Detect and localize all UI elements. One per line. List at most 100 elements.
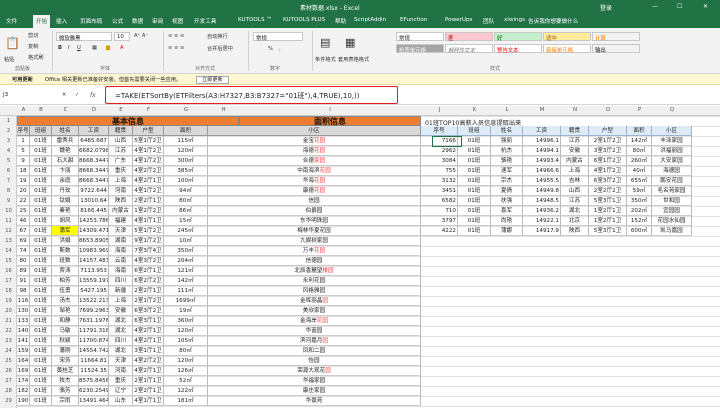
percent-button[interactable]: % [268,46,273,52]
right-cell-1-4[interactable]: 安徽 [561,146,589,156]
left-cell-13-4[interactable]: 海南 [109,266,133,276]
column-header-E[interactable]: E [109,107,133,113]
left-cell-8-5[interactable]: 4室1厅1卫 [133,216,164,226]
left-cell-19-3[interactable]: 11791.318 [79,326,109,336]
left-cell-9-1[interactable]: 01班 [30,226,52,236]
tab-11[interactable]: 帮助 [335,17,346,25]
left-cell-7-2[interactable]: 秦艳 [52,206,79,216]
right-cell-1-5[interactable]: 3室3厅2卫 [589,146,627,156]
copy-button[interactable]: 复制 [28,43,38,50]
left-cell-12-7[interactable]: 信德园 [208,256,421,266]
right-cell-5-6[interactable]: 59㎡ [627,186,652,196]
left-cell-1-5[interactable]: 4室1厅2卫 [133,146,164,156]
tab-10[interactable]: KUTOOLS PLUS [283,17,325,23]
right-cell-0-4[interactable]: 江苏 [561,136,589,146]
number-format-select[interactable]: 常规 [253,32,303,42]
left-cell-10-7[interactable]: 九娱树家园 [208,236,421,246]
right-cell-2-6[interactable]: 260㎡ [627,156,652,166]
left-cell-8-0[interactable]: 46 [17,216,30,226]
maximize-icon[interactable]: ☐ [677,3,682,10]
left-cell-25-3[interactable]: 6230.2549 [79,386,109,396]
left-cell-21-6[interactable]: 80㎡ [164,346,208,356]
left-cell-9-3[interactable]: 14309.471 [79,226,109,236]
left-cell-21-5[interactable]: 3室1厅1卫 [133,346,164,356]
style-link[interactable]: 链接单元格 [543,44,591,54]
left-cell-20-7[interactable]: 滨河嘉月园 [208,336,421,346]
style-output[interactable]: 输出 [592,44,640,54]
tab-12[interactable]: ScriptAddin [354,17,386,23]
right-cell-6-0[interactable]: 6582 [421,196,458,206]
left-cell-10-6[interactable]: 10㎡ [164,236,208,246]
left-cell-13-2[interactable]: 贾涛 [52,266,79,276]
left-cell-15-2[interactable]: 伍勇 [52,286,79,296]
left-cell-9-6[interactable]: 245㎡ [164,226,208,236]
right-cell-6-6[interactable]: 350㎡ [627,196,652,206]
left-cell-6-5[interactable]: 2室2厅1卫 [133,196,164,206]
left-cell-25-0[interactable]: 182 [17,386,30,396]
left-cell-0-4[interactable]: 山西 [109,136,133,146]
left-cell-19-4[interactable]: 湖北 [109,326,133,336]
left-cell-14-2[interactable]: 柏芳 [52,276,79,286]
enter-icon[interactable]: ✓ [75,92,79,98]
right-cell-6-5[interactable]: 5室3厅1卫 [589,196,627,206]
left-cell-25-1[interactable]: 01班 [30,386,52,396]
left-cell-25-6[interactable]: 122㎡ [164,386,208,396]
left-cell-14-7[interactable]: 永利花园 [208,276,421,286]
left-cell-17-5[interactable]: 6室3厅2卫 [133,306,164,316]
left-cell-23-5[interactable]: 4室2厅1卫 [133,366,164,376]
right-cell-0-6[interactable]: 142㎡ [627,136,652,146]
left-cell-11-2[interactable]: 斯数 [52,246,79,256]
left-cell-7-1[interactable]: 01班 [30,206,52,216]
left-cell-24-5[interactable]: 2室1厅1卫 [133,376,164,386]
left-cell-18-0[interactable]: 133 [17,316,30,326]
left-cell-22-4[interactable]: 天津 [109,356,133,366]
row-header-19[interactable]: 19 [0,296,17,306]
left-cell-18-6[interactable]: 360㎡ [164,316,208,326]
left-cell-12-3[interactable]: 14157.483 [79,256,109,266]
right-cell-9-4[interactable]: 陕西 [561,226,589,236]
left-cell-1-2[interactable]: 魏艳 [52,146,79,156]
border-button[interactable]: ▦ [92,45,97,51]
left-cell-16-2[interactable]: 汤杰 [52,296,79,306]
left-cell-21-4[interactable]: 湖北 [109,346,133,356]
left-cell-19-1[interactable]: 01班 [30,326,52,336]
row-header-5[interactable]: 5 [0,156,17,166]
cond-format-button[interactable]: 条件格式 [315,56,336,63]
left-cell-17-3[interactable]: 7699.2963 [79,306,109,316]
left-cell-3-2[interactable]: 卞丽 [52,166,79,176]
left-cell-6-0[interactable]: 22 [17,196,30,206]
left-cell-9-7[interactable]: 梅林华夏花园 [208,226,421,236]
left-cell-7-0[interactable]: 25 [17,206,30,216]
left-cell-13-5[interactable]: 6室2厅1卫 [133,266,164,276]
row-header-24[interactable]: 24 [0,346,17,356]
left-cell-14-4[interactable]: 四川 [109,276,133,286]
row-header-10[interactable]: 10 [0,206,17,216]
left-cell-23-6[interactable]: 126㎡ [164,366,208,376]
left-cell-8-4[interactable]: 福建 [109,216,133,226]
left-cell-11-7[interactable]: 万丰花园 [208,246,421,256]
left-cell-6-7[interactable]: 信园 [208,196,421,206]
left-cell-6-1[interactable]: 01班 [30,196,52,206]
left-cell-24-7[interactable]: 华福家园 [208,376,421,386]
column-header-J[interactable]: J [421,107,458,113]
left-cell-12-0[interactable]: 80 [17,256,30,266]
left-cell-0-2[interactable]: 雷秀兵 [52,136,79,146]
left-cell-5-6[interactable]: 94㎡ [164,186,208,196]
left-cell-5-5[interactable]: 4室1厅2卫 [133,186,164,196]
left-cell-21-7[interactable]: 凤和二园 [208,346,421,356]
left-cell-3-7[interactable]: 中南海滨花园 [208,166,421,176]
right-cell-2-0[interactable]: 3084 [421,156,458,166]
left-cell-10-2[interactable]: 洪娟 [52,236,79,246]
left-cell-16-4[interactable]: 上海 [109,296,133,306]
left-cell-5-4[interactable]: 河南 [109,186,133,196]
right-cell-3-5[interactable]: 4室1厅2卫 [589,166,627,176]
column-header-K[interactable]: K [458,107,491,113]
column-header-A[interactable]: A [17,107,30,113]
left-cell-8-7[interactable]: 东华明珠园 [208,216,421,226]
right-cell-9-5[interactable]: 5室3厅1卫 [589,226,627,236]
left-cell-23-0[interactable]: 169 [17,366,30,376]
left-cell-24-4[interactable]: 重庆 [109,376,133,386]
left-cell-25-2[interactable]: 骆芳 [52,386,79,396]
right-cell-7-1[interactable]: 01班 [458,206,491,216]
left-cell-22-7[interactable]: 怡园 [208,356,421,366]
